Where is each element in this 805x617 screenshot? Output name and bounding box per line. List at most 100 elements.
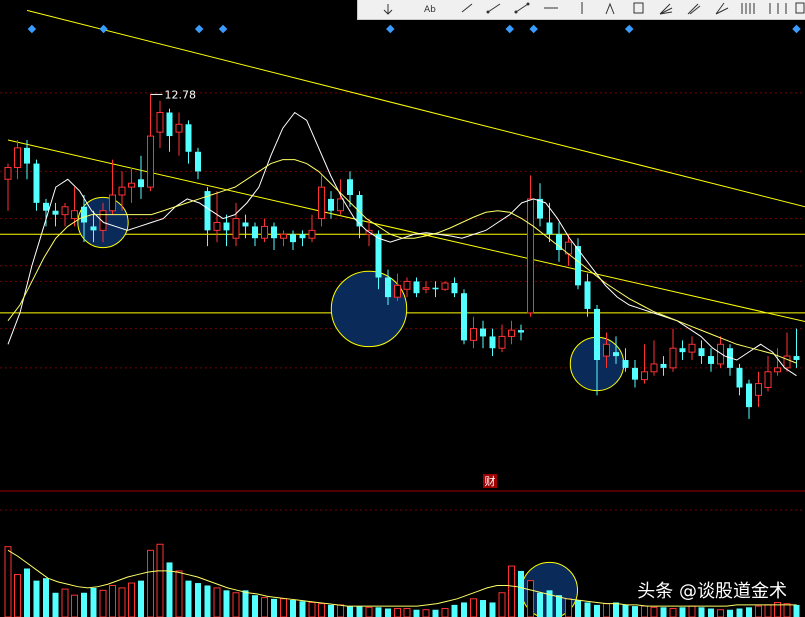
candle-body-47 xyxy=(451,283,458,294)
volume-bar-37 xyxy=(356,606,363,617)
gann-fan-icon[interactable] xyxy=(715,2,729,15)
volume-bar-44 xyxy=(422,609,430,617)
cycle-lines-icon[interactable] xyxy=(769,3,787,14)
volume-bar-76 xyxy=(727,609,733,617)
ma-long-line xyxy=(7,159,797,364)
parallel-lines-icon[interactable] xyxy=(741,3,755,14)
volume-bar-14 xyxy=(138,580,144,617)
volume-bar-41 xyxy=(394,608,401,617)
volume-bar-50 xyxy=(480,600,486,617)
candle-body-62 xyxy=(594,308,600,360)
candle-body-6 xyxy=(61,206,69,216)
volume-bar-33 xyxy=(318,603,325,617)
volume-bar-29 xyxy=(280,598,287,617)
volume-bar-20 xyxy=(195,583,201,617)
arrow-icon[interactable] xyxy=(383,4,393,15)
candle-body-43 xyxy=(413,281,420,294)
volume-bar-69 xyxy=(660,607,667,617)
speed-line-icon[interactable] xyxy=(687,3,701,15)
candle-body-77 xyxy=(736,367,743,388)
volume-bar-31 xyxy=(299,601,306,617)
candle-body-61 xyxy=(584,281,591,309)
line-icon[interactable] xyxy=(461,3,473,13)
highlight-circle-1 xyxy=(330,270,408,348)
segment-icon[interactable] xyxy=(514,2,530,14)
volume-bar-11 xyxy=(109,584,116,617)
volume-bar-23 xyxy=(223,590,230,617)
event-marker-2 xyxy=(194,24,204,34)
candle-body-63 xyxy=(603,343,610,357)
candle-body-0 xyxy=(4,167,12,180)
rectangle-icon[interactable] xyxy=(633,2,644,14)
volume-bar-54 xyxy=(518,570,524,617)
toolbar-icons: Ab xyxy=(383,2,805,15)
event-marker-7 xyxy=(624,24,634,34)
candle-body-14 xyxy=(138,179,144,188)
candle-body-17 xyxy=(166,112,173,137)
square-icon[interactable] xyxy=(795,2,805,14)
stock-chart: 12.78 财 xyxy=(0,9,805,617)
volume-bar-51 xyxy=(489,602,496,617)
candle-body-67 xyxy=(641,371,648,381)
candle-body-54 xyxy=(518,330,524,333)
volume-bar-32 xyxy=(308,601,316,617)
volume-bar-83 xyxy=(793,604,800,617)
ma-short-line xyxy=(7,111,797,377)
volume-bar-45 xyxy=(432,609,439,617)
volume-bar-16 xyxy=(156,543,164,617)
drawing-toolbar: Ab xyxy=(357,0,805,20)
volume-bar-1 xyxy=(14,574,21,617)
candle-body-73 xyxy=(698,348,705,357)
candle-body-9 xyxy=(90,226,97,231)
volume-bar-5 xyxy=(52,592,59,617)
candle-body-2 xyxy=(24,147,30,164)
candle-body-64 xyxy=(613,352,619,357)
fibonacci-fan-icon[interactable] xyxy=(659,3,673,15)
candle-body-18 xyxy=(175,123,183,133)
candle-body-13 xyxy=(128,182,135,188)
event-marker-1 xyxy=(99,24,108,34)
volume-bar-35 xyxy=(337,604,344,617)
candle-body-49 xyxy=(470,328,477,341)
candle-body-69 xyxy=(660,363,667,368)
candle-body-15 xyxy=(147,135,154,188)
ray-icon[interactable] xyxy=(486,3,501,14)
candle-body-27 xyxy=(261,225,268,239)
volume-bar-78 xyxy=(746,607,752,617)
candle-body-4 xyxy=(43,202,49,211)
volume-bar-27 xyxy=(261,597,268,617)
candle-body-32 xyxy=(308,229,316,239)
volume-bar-68 xyxy=(650,606,658,617)
candle-body-46 xyxy=(441,282,449,290)
volume-bar-70 xyxy=(669,608,677,617)
candle-body-16 xyxy=(156,112,164,133)
event-marker-4 xyxy=(386,24,395,34)
candle-body-35 xyxy=(337,198,344,212)
candle-body-45 xyxy=(432,287,439,290)
volume-bar-26 xyxy=(252,595,258,617)
candle-body-29 xyxy=(280,233,287,239)
volume-bar-3 xyxy=(33,580,40,617)
volume-bar-13 xyxy=(128,582,135,617)
volume-bar-80 xyxy=(764,604,772,617)
volume-bar-64 xyxy=(613,602,619,617)
candle-body-80 xyxy=(764,371,772,388)
high-annotation-label: 12.78 xyxy=(165,88,197,101)
volume-bar-66 xyxy=(632,606,638,617)
arrow-up-icon[interactable] xyxy=(605,2,615,15)
volume-bar-8 xyxy=(81,592,87,617)
candle-body-11 xyxy=(109,194,116,212)
volume-bar-28 xyxy=(271,598,277,617)
volume-bar-22 xyxy=(213,587,221,617)
candle-body-36 xyxy=(347,179,353,195)
volume-bar-46 xyxy=(441,608,449,617)
volume-bar-56 xyxy=(537,592,543,617)
volume-bar-39 xyxy=(375,607,382,617)
candle-body-74 xyxy=(708,356,714,364)
volume-bar-65 xyxy=(622,604,629,617)
candle-body-1 xyxy=(14,147,21,169)
event-marker-0 xyxy=(27,24,37,34)
volume-bar-42 xyxy=(403,608,411,617)
text-icon[interactable]: Ab xyxy=(424,5,436,15)
volume-bar-59 xyxy=(565,598,572,617)
